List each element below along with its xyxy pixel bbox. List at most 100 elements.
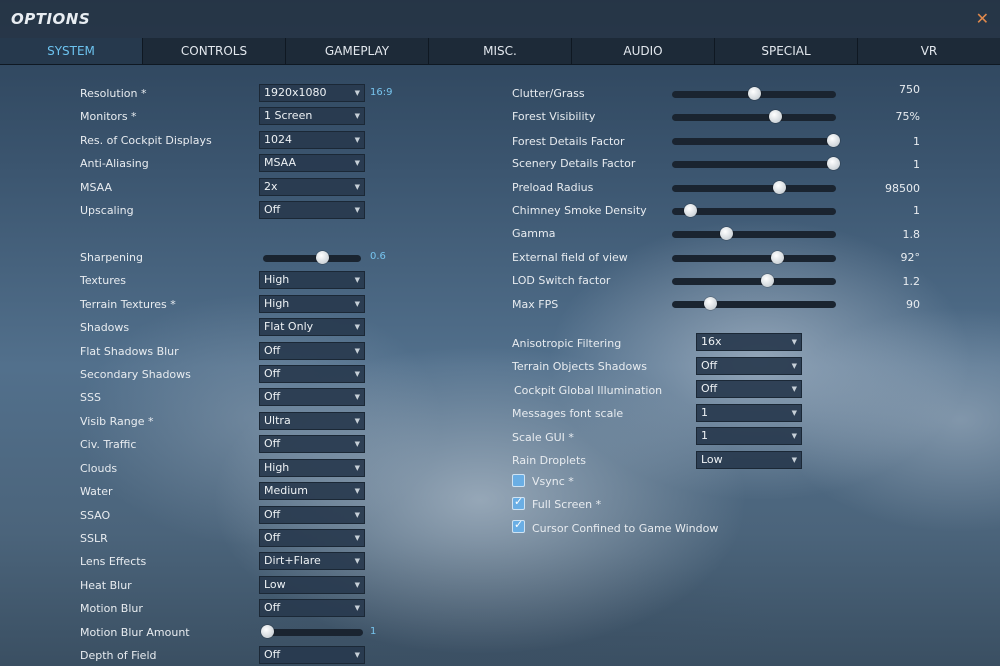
close-icon[interactable]: ✕ [976, 9, 989, 28]
max-fps-slider[interactable] [672, 297, 836, 310]
resolution-label: Resolution * [80, 87, 147, 100]
upscaling-select[interactable]: Off ▼ [259, 201, 365, 219]
chevron-down-icon: ▼ [354, 370, 360, 378]
motion-blur-amount-slider-handle[interactable] [261, 625, 274, 638]
forest-visibility-value: 75% [895, 110, 920, 123]
resolution-value: 1920x1080 [264, 86, 327, 99]
sharpening-slider-handle[interactable] [315, 251, 329, 264]
shadows-value: Flat Only [264, 320, 314, 333]
preload-radius-label: Preload Radius [512, 181, 594, 194]
cursor-confined-checkbox[interactable] [512, 518, 525, 533]
aspect-ratio-note: 16:9 [370, 87, 393, 98]
chimney-smoke-slider-handle[interactable] [684, 204, 698, 217]
scale-gui-select[interactable]: 1 ▼ [696, 427, 802, 445]
preload-radius-value: 98500 [885, 182, 920, 195]
clouds-label: Clouds [80, 462, 118, 475]
motion-blur-amount-value: 1 [370, 626, 377, 637]
anti-aliasing-value: MSAA [264, 156, 297, 169]
max-fps-slider-handle[interactable] [703, 297, 717, 310]
full-screen-label: Full Screen * [532, 498, 602, 511]
anti-aliasing-select[interactable]: MSAA ▼ [259, 154, 365, 172]
chevron-down-icon: ▼ [354, 89, 360, 97]
lod-switch-slider[interactable] [672, 274, 836, 287]
msaa-value: 2x [264, 180, 278, 193]
scenery-details-slider[interactable] [672, 157, 840, 170]
vsync-checkbox[interactable] [512, 474, 525, 487]
motion-blur-select[interactable]: Off ▼ [259, 599, 365, 617]
upscaling-label: Upscaling [80, 204, 134, 217]
terrain-textures-select[interactable]: High ▼ [259, 295, 365, 313]
sslr-select[interactable]: Off ▼ [259, 529, 365, 547]
rain-droplets-select[interactable]: Low ▼ [696, 451, 802, 469]
textures-select[interactable]: High ▼ [259, 271, 365, 289]
motion-blur-amount-slider[interactable] [261, 625, 363, 638]
preload-radius-slider-handle[interactable] [772, 181, 786, 194]
scenery-details-slider-handle[interactable] [826, 157, 840, 170]
tab-misc[interactable]: MISC. [429, 38, 572, 64]
visib-range-select[interactable]: Ultra ▼ [259, 412, 365, 430]
cockpit-displays-value: 1024 [264, 133, 292, 146]
shadows-select[interactable]: Flat Only ▼ [259, 318, 365, 336]
fov-slider[interactable] [672, 251, 836, 264]
gamma-slider[interactable] [672, 227, 836, 240]
chimney-smoke-label: Chimney Smoke Density [512, 204, 647, 217]
monitors-value: 1 Screen [264, 109, 313, 122]
heat-blur-select[interactable]: Low ▼ [259, 576, 365, 594]
sss-value: Off [264, 390, 281, 403]
forest-visibility-slider-handle[interactable] [769, 110, 783, 123]
heat-blur-label: Heat Blur [80, 579, 132, 592]
chimney-smoke-slider[interactable] [672, 204, 836, 217]
chevron-down-icon: ▼ [354, 393, 360, 401]
civ-traffic-select[interactable]: Off ▼ [259, 435, 365, 453]
msaa-select[interactable]: 2x ▼ [259, 178, 365, 196]
tab-gameplay[interactable]: GAMEPLAY [286, 38, 429, 64]
gamma-slider-handle[interactable] [720, 227, 734, 240]
lens-effects-value: Dirt+Flare [264, 554, 321, 567]
sss-select[interactable]: Off ▼ [259, 388, 365, 406]
preload-radius-slider[interactable] [672, 181, 836, 194]
lod-switch-value: 1.2 [902, 275, 921, 288]
forest-details-value: 1 [913, 135, 920, 148]
tab-controls[interactable]: CONTROLS [143, 38, 286, 64]
water-value: Medium [264, 484, 308, 497]
tab-special[interactable]: SPECIAL [715, 38, 858, 64]
lens-effects-select[interactable]: Dirt+Flare ▼ [259, 552, 365, 570]
chevron-down-icon: ▼ [354, 534, 360, 542]
monitors-select[interactable]: 1 Screen ▼ [259, 107, 365, 125]
cockpit-displays-select[interactable]: 1024 ▼ [259, 131, 365, 149]
ssao-select[interactable]: Off ▼ [259, 506, 365, 524]
motion-blur-label: Motion Blur [80, 602, 143, 615]
tab-audio[interactable]: AUDIO [572, 38, 715, 64]
clouds-select[interactable]: High ▼ [259, 459, 365, 477]
forest-details-slider-handle[interactable] [826, 134, 840, 147]
gamma-value: 1.8 [902, 228, 921, 241]
sharpening-slider[interactable] [263, 251, 361, 264]
rain-droplets-value: Low [701, 453, 723, 466]
anisotropic-select[interactable]: 16x ▼ [696, 333, 802, 351]
chevron-down-icon: ▼ [354, 557, 360, 565]
clutter-grass-value: 750 [899, 83, 920, 96]
forest-details-slider[interactable] [672, 134, 840, 147]
secondary-shadows-select[interactable]: Off ▼ [259, 365, 365, 383]
chevron-down-icon: ▼ [354, 112, 360, 120]
full-screen-checkbox[interactable] [512, 495, 525, 510]
forest-visibility-slider[interactable] [672, 110, 836, 123]
fov-slider-handle[interactable] [770, 251, 784, 264]
cockpit-displays-label: Res. of Cockpit Displays [80, 134, 212, 147]
resolution-select[interactable]: 1920x1080 ▼ [259, 84, 365, 102]
cockpit-gi-select[interactable]: Off ▼ [696, 380, 802, 398]
water-select[interactable]: Medium ▼ [259, 482, 365, 500]
chevron-down-icon: ▼ [791, 409, 797, 417]
cockpit-gi-label: Cockpit Global Illumination [514, 384, 663, 397]
lod-switch-slider-handle[interactable] [761, 274, 775, 287]
tab-system[interactable]: SYSTEM [0, 38, 143, 64]
flat-shadows-blur-select[interactable]: Off ▼ [259, 342, 365, 360]
clutter-grass-slider-handle[interactable] [748, 87, 761, 100]
messages-font-select[interactable]: 1 ▼ [696, 404, 802, 422]
chimney-smoke-value: 1 [913, 204, 920, 217]
depth-of-field-select[interactable]: Off ▼ [259, 646, 365, 664]
chevron-down-icon: ▼ [354, 440, 360, 448]
tab-vr[interactable]: VR [858, 38, 1000, 64]
terrain-objects-shadows-select[interactable]: Off ▼ [696, 357, 802, 375]
clutter-grass-slider[interactable] [672, 87, 836, 100]
